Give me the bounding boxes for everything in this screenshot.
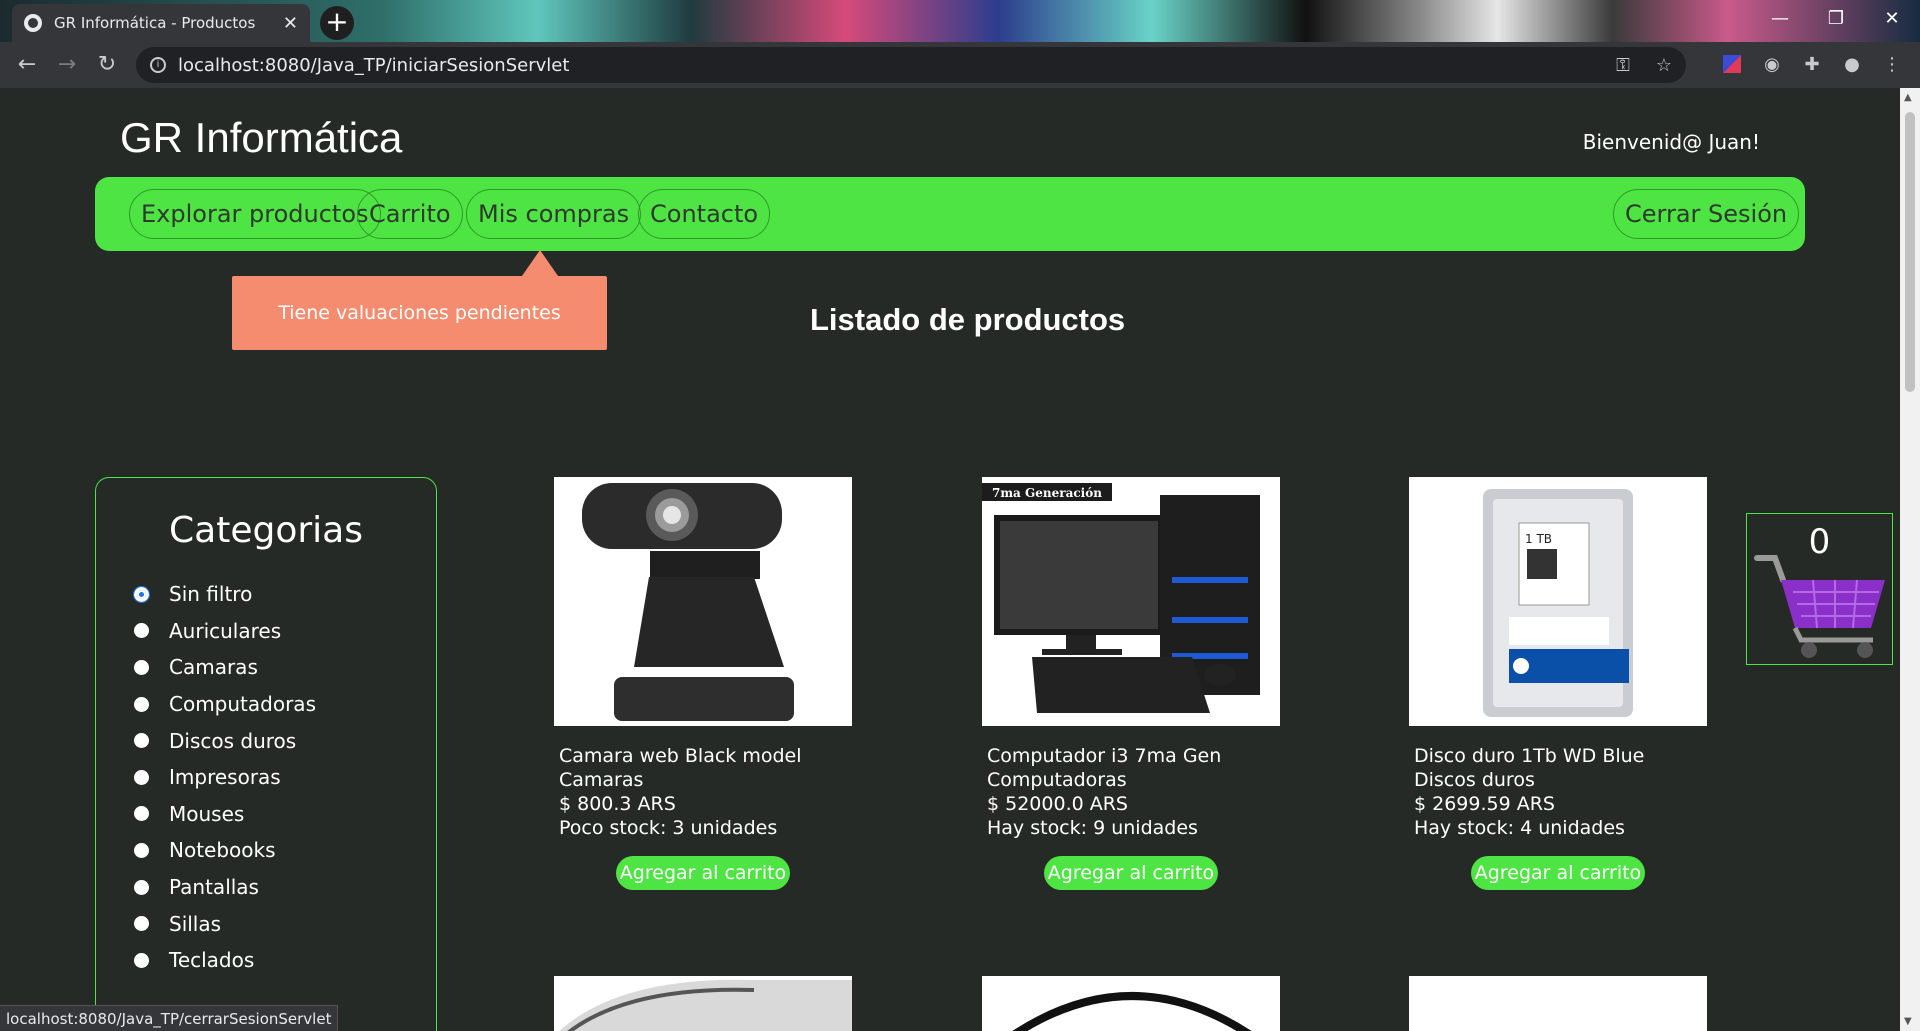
- product-info: Disco duro 1Tb WD Blue Discos duros $ 26…: [1409, 744, 1707, 840]
- nav-contact-button[interactable]: Contacto: [638, 189, 771, 239]
- star-icon[interactable]: ☆: [1656, 55, 1672, 76]
- categories-list: Sin filtro Auriculares Camaras Computado…: [133, 576, 316, 979]
- tab-close-icon[interactable]: ✕: [283, 13, 298, 34]
- page-title: Listado de productos: [810, 302, 1126, 337]
- radio-icon[interactable]: [134, 733, 149, 749]
- product-image-partial: [554, 976, 852, 1031]
- minimize-button[interactable]: —: [1752, 0, 1808, 38]
- product-stock: Hay stock: 9 unidades: [987, 817, 1198, 839]
- product-image-partial: [982, 976, 1280, 1031]
- scroll-up-icon[interactable]: ▲: [1904, 92, 1912, 103]
- add-to-cart-button[interactable]: Agregar al carrito: [615, 856, 791, 890]
- product-name: Disco duro 1Tb WD Blue: [1414, 745, 1645, 767]
- category-option[interactable]: Discos duros: [134, 722, 316, 759]
- product-stock: Poco stock: 3 unidades: [559, 817, 778, 839]
- category-option[interactable]: Impresoras: [134, 759, 316, 796]
- hard-drive-image: 1 TB: [1409, 477, 1707, 726]
- radio-icon[interactable]: [134, 769, 149, 785]
- product-category: Camaras: [559, 769, 644, 791]
- menu-dots-icon[interactable]: ⋮: [1880, 53, 1904, 77]
- main-navbar: Explorar productos Carrito Mis compras C…: [95, 177, 1805, 251]
- product-card: Camara web Black model Camaras $ 800.3 A…: [554, 477, 852, 890]
- record-icon[interactable]: ◉: [1760, 53, 1784, 77]
- browser-tab[interactable]: GR Informática - Productos ✕: [12, 4, 310, 42]
- reload-icon[interactable]: ↻: [92, 50, 122, 80]
- category-option[interactable]: Auriculares: [134, 613, 316, 650]
- product-price: $ 52000.0 ARS: [987, 793, 1128, 815]
- product-stock: Hay stock: 4 unidades: [1414, 817, 1625, 839]
- category-option[interactable]: Camaras: [134, 649, 316, 686]
- product-category: Computadoras: [987, 769, 1127, 791]
- pending-reviews-tooltip: Tiene valuaciones pendientes: [232, 250, 607, 350]
- page-content: GR Informática Bienvenid@ Juan! Explorar…: [0, 88, 1900, 1031]
- nav-explore-button[interactable]: Explorar productos: [129, 189, 381, 239]
- product-price: $ 2699.59 ARS: [1414, 793, 1555, 815]
- product-image-partial: [1409, 976, 1707, 1031]
- product-card: 7ma Generación Computador i3 7ma Gen Com…: [982, 477, 1280, 890]
- product-category: Discos duros: [1414, 769, 1535, 791]
- close-window-button[interactable]: ✕: [1864, 0, 1920, 38]
- image-capacity-label: 1 TB: [1525, 532, 1552, 546]
- shopping-cart-icon: [1754, 555, 1885, 658]
- globe-icon: [24, 14, 42, 32]
- product-info: Camara web Black model Camaras $ 800.3 A…: [554, 744, 852, 840]
- product-price: $ 800.3 ARS: [559, 793, 676, 815]
- category-option[interactable]: Teclados: [134, 942, 316, 979]
- address-bar[interactable]: i localhost:8080/Java_TP/iniciarSesionSe…: [136, 47, 1686, 83]
- image-banner-text: 7ma Generación: [992, 486, 1102, 500]
- categories-panel: Categorias Sin filtro Auriculares Camara…: [95, 477, 437, 1031]
- nav-purchases-button[interactable]: Mis compras: [466, 189, 642, 239]
- category-option[interactable]: Mouses: [134, 796, 316, 833]
- cart-widget[interactable]: 0: [1746, 513, 1893, 665]
- new-tab-button[interactable]: +: [320, 6, 354, 40]
- browser-toolbar: ← → ↻ i localhost:8080/Java_TP/iniciarSe…: [0, 42, 1920, 88]
- radio-icon[interactable]: [134, 623, 149, 639]
- category-option[interactable]: Computadoras: [134, 686, 316, 723]
- tab-title: GR Informática - Productos: [54, 14, 256, 32]
- info-icon[interactable]: i: [150, 57, 166, 73]
- profile-avatar-icon[interactable]: ●: [1840, 53, 1864, 77]
- forward-arrow-icon[interactable]: →: [52, 50, 82, 80]
- radio-icon[interactable]: [134, 696, 149, 712]
- restore-button[interactable]: ❐: [1808, 0, 1864, 38]
- category-option[interactable]: Sillas: [134, 905, 316, 942]
- browser-tabbar: GR Informática - Productos ✕ + — ❐ ✕: [0, 0, 1920, 42]
- radio-icon[interactable]: [134, 806, 149, 822]
- scroll-down-icon[interactable]: ▼: [1904, 1016, 1912, 1027]
- product-name: Computador i3 7ma Gen: [987, 745, 1222, 767]
- scrollbar-thumb[interactable]: [1905, 112, 1915, 392]
- back-arrow-icon[interactable]: ←: [12, 50, 42, 80]
- radio-icon[interactable]: [134, 916, 149, 932]
- radio-icon[interactable]: [134, 952, 149, 968]
- product-info: Computador i3 7ma Gen Computadoras $ 520…: [982, 744, 1280, 840]
- welcome-message: Bienvenid@ Juan!: [1582, 130, 1760, 154]
- nav-cart-button[interactable]: Carrito: [357, 189, 463, 239]
- add-to-cart-button[interactable]: Agregar al carrito: [1043, 856, 1219, 890]
- product-name: Camara web Black model: [559, 745, 802, 767]
- category-option[interactable]: Pantallas: [134, 869, 316, 906]
- radio-icon[interactable]: [134, 879, 149, 895]
- add-to-cart-button[interactable]: Agregar al carrito: [1470, 856, 1646, 890]
- product-card: 1 TB Disco duro 1Tb WD Blue Discos duros…: [1409, 477, 1707, 890]
- radio-checked-icon[interactable]: [133, 585, 150, 603]
- status-bar-url: localhost:8080/Java_TP/cerrarSesionServl…: [0, 1005, 339, 1031]
- radio-icon[interactable]: [134, 842, 149, 858]
- category-option[interactable]: Sin filtro: [133, 576, 316, 613]
- puzzle-icon[interactable]: ✚: [1800, 53, 1824, 77]
- category-option[interactable]: Notebooks: [134, 832, 316, 869]
- page-scrollbar[interactable]: ▲ ▼: [1900, 88, 1920, 1031]
- extension-icon[interactable]: [1720, 53, 1744, 77]
- key-icon[interactable]: ⚿: [1616, 55, 1630, 76]
- brand-title: GR Informática: [120, 114, 403, 161]
- radio-icon[interactable]: [134, 659, 149, 675]
- address-url: localhost:8080/Java_TP/iniciarSesionServ…: [178, 54, 570, 76]
- webcam-image: [554, 477, 852, 726]
- logout-button[interactable]: Cerrar Sesión: [1613, 189, 1800, 239]
- computer-image: 7ma Generación: [982, 477, 1280, 726]
- categories-title: Categorias: [169, 510, 363, 551]
